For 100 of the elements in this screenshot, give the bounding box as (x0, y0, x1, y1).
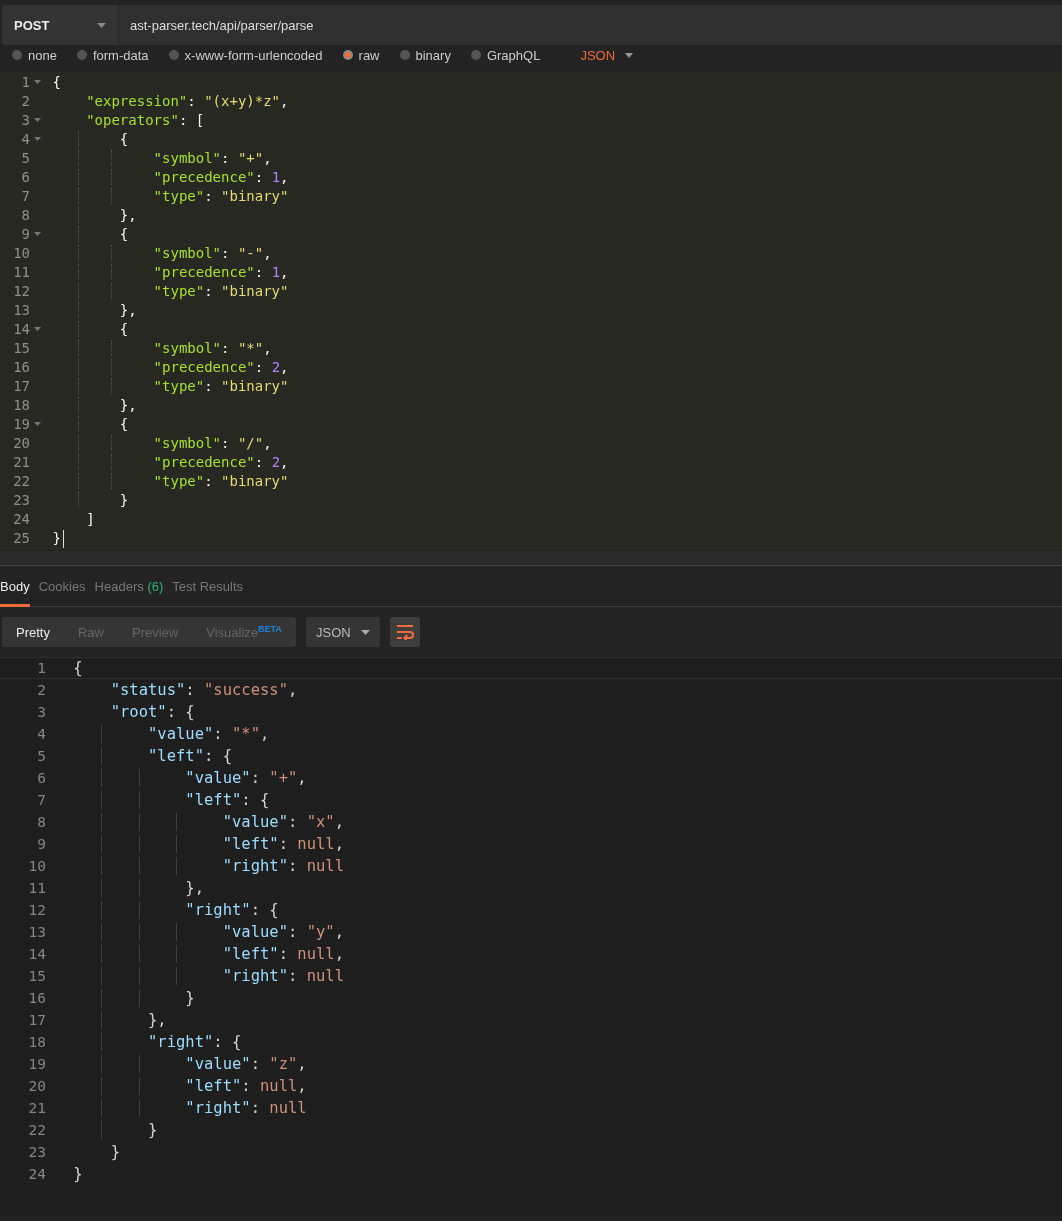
code-line: } (64, 989, 195, 1007)
code-line: "value": "y", (64, 923, 344, 941)
fold-caret-icon[interactable] (33, 421, 41, 426)
fold-caret-icon[interactable] (33, 79, 41, 84)
line-number: 19 (12, 415, 30, 432)
code-line: "value": "z", (64, 1055, 307, 1073)
code-line: "left": { (64, 747, 232, 765)
line-number: 22 (27, 1122, 46, 1138)
code-line: "type": "binary" (44, 282, 289, 299)
code-line: { (44, 130, 129, 147)
line-number: 18 (12, 396, 30, 413)
fold-caret-icon[interactable] (33, 136, 41, 141)
wrap-lines-icon (396, 624, 414, 640)
line-number: 16 (27, 990, 46, 1006)
line-number: 13 (27, 924, 46, 940)
code-line: "expression": "(x+y)*z", (85, 92, 289, 109)
url-field[interactable]: ast-parser.tech/api/parser/parse (118, 5, 1062, 45)
code-line: ] (85, 510, 95, 527)
code-line: "precedence": 1, (44, 168, 289, 185)
line-number: 23 (27, 1144, 46, 1160)
code-line: "root": { (109, 703, 195, 721)
line-number: 24 (12, 510, 30, 527)
code-line: "value": "x", (64, 813, 344, 831)
code-line: "value": "*", (64, 725, 270, 743)
code-line: }, (64, 879, 204, 897)
response-tab[interactable]: Test Results (172, 579, 244, 607)
line-number: 5 (36, 748, 46, 764)
code-line: }, (44, 206, 137, 223)
code-line: } (109, 1143, 120, 1161)
code-line: "operators": [ (85, 111, 205, 128)
body-type-radio[interactable]: raw (342, 47, 380, 63)
code-line: "symbol": "*", (44, 339, 272, 356)
code-line: }, (44, 396, 137, 413)
code-line: { (44, 225, 129, 242)
code-line: } (64, 1121, 158, 1139)
line-number: 13 (12, 301, 30, 318)
view-mode-tab[interactable]: Pretty (2, 624, 64, 640)
code-line: }, (64, 1011, 167, 1029)
fold-caret-icon[interactable] (33, 326, 41, 331)
line-number: 20 (12, 434, 30, 451)
line-number: 3 (20, 111, 30, 128)
line-number: 10 (12, 244, 30, 261)
code-line: "symbol": "/", (44, 434, 272, 451)
line-number: 25 (12, 529, 30, 546)
line-number: 14 (12, 320, 30, 337)
code-line: "precedence": 2, (44, 453, 289, 470)
body-type-radio[interactable]: binary (399, 47, 451, 63)
line-number: 7 (20, 187, 30, 204)
code-line: }, (44, 301, 137, 318)
line-number: 9 (20, 225, 30, 242)
line-number: 19 (27, 1056, 46, 1072)
fold-caret-icon[interactable] (33, 117, 41, 122)
method-dropdown[interactable]: POST (2, 5, 118, 45)
body-type-radio[interactable]: none (12, 47, 57, 63)
code-line: { (51, 73, 61, 90)
line-number: 8 (36, 814, 46, 830)
code-line: "status": "success", (109, 681, 298, 699)
body-type-radio[interactable]: form-data (76, 47, 149, 63)
code-line: "left": null, (64, 1077, 307, 1095)
line-number: 17 (12, 377, 30, 394)
code-line: "right": null (64, 857, 344, 875)
line-number: 10 (27, 858, 46, 874)
line-number: 6 (36, 770, 46, 786)
code-line: "precedence": 1, (44, 263, 289, 280)
code-line: "symbol": "-", (44, 244, 272, 261)
response-tab[interactable]: Headers (6) (94, 579, 164, 607)
code-line: "value": "+", (64, 769, 307, 787)
code-line: "left": null, (64, 835, 344, 853)
response-format-dropdown[interactable]: JSON (306, 617, 380, 647)
code-line: "symbol": "+", (44, 149, 272, 166)
response-tab[interactable]: Cookies (38, 579, 86, 607)
line-number: 16 (12, 358, 30, 375)
code-line: "precedence": 2, (44, 358, 289, 375)
line-number: 21 (12, 453, 30, 470)
line-number: 1 (20, 73, 30, 90)
line-number: 2 (20, 92, 30, 109)
line-number: 4 (20, 130, 30, 147)
line-number: 17 (27, 1012, 46, 1028)
line-number: 23 (12, 491, 30, 508)
code-line: "left": null, (64, 945, 344, 963)
response-tab[interactable]: Body (0, 579, 30, 607)
line-number: 18 (27, 1034, 46, 1050)
body-type-radio[interactable]: x-www-form-urlencoded (168, 47, 323, 63)
raw-format-dropdown[interactable]: JSON (580, 47, 634, 63)
code-line: "type": "binary" (44, 187, 289, 204)
line-number: 2 (36, 682, 46, 698)
line-number: 15 (27, 968, 46, 984)
line-number: 5 (20, 149, 30, 166)
wrap-lines-button[interactable] (390, 617, 420, 647)
line-number: 20 (27, 1078, 46, 1094)
code-line: "right": { (64, 1033, 242, 1051)
caret-icon (97, 22, 106, 28)
line-number: 12 (12, 282, 30, 299)
code-line: { (44, 415, 129, 432)
line-number: 11 (27, 880, 46, 896)
body-type-radio[interactable]: GraphQL (470, 47, 541, 63)
code-line: "right": null (64, 1099, 307, 1117)
code-line: } (72, 1165, 83, 1183)
code-line: } (44, 491, 129, 508)
fold-caret-icon[interactable] (33, 231, 41, 236)
